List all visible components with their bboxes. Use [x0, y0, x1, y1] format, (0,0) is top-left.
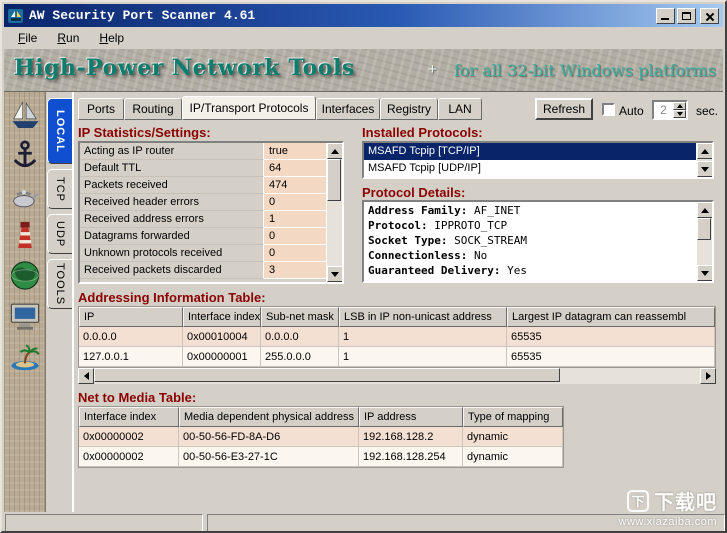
detail-line: Connectionless: No [368, 249, 488, 262]
addressing-h-scrollbar[interactable] [78, 368, 716, 384]
net-to-media-heading: Net to Media Table: [78, 390, 197, 405]
menu-help[interactable]: Help [89, 28, 134, 48]
spinner-down-button[interactable] [673, 110, 686, 118]
banner: High-Power Network Tools + for all 32-bi… [4, 49, 723, 92]
scroll-down-button[interactable] [697, 161, 712, 177]
column-header[interactable]: IP address [359, 407, 463, 427]
down-arrow-icon [701, 270, 709, 276]
ip-statistics-list: Acting as IP router true Default TTL 64 … [78, 141, 344, 284]
maximize-button[interactable] [677, 7, 696, 24]
lamp-icon [12, 190, 40, 208]
right-arrow-icon [705, 372, 711, 380]
spinner-up-button[interactable] [673, 102, 686, 110]
tab-ports[interactable]: Ports [78, 98, 124, 120]
scroll-left-button[interactable] [78, 368, 94, 384]
watermark: 下 下载吧 www.xiazaiba.com [619, 486, 717, 528]
island-icon [10, 344, 40, 371]
left-arrow-icon [83, 372, 89, 380]
ip-statistics-heading: IP Statistics/Settings: [78, 125, 211, 140]
globe-icon [10, 261, 39, 290]
column-header[interactable]: Interface index [183, 307, 261, 327]
down-arrow-icon [701, 166, 709, 172]
up-arrow-icon [701, 148, 709, 154]
app-icon [8, 8, 23, 23]
menu-run[interactable]: Run [47, 28, 89, 48]
stats-scrollbar[interactable] [326, 143, 342, 282]
protocol-details-box: Address Family: AF_INET Protocol: IPPROT… [362, 200, 714, 283]
banner-subtitle: for all 32-bit Windows platforms [454, 61, 717, 80]
sparkle-icon: + [428, 61, 437, 78]
computer-icon [10, 303, 39, 330]
details-scrollbar[interactable] [696, 202, 712, 281]
side-tab-tools[interactable]: TOOLS [47, 259, 72, 309]
up-arrow-icon [331, 148, 339, 154]
protocol-item[interactable]: MSAFD Tcpip [UDP/IP] [364, 160, 696, 177]
banner-title: High-Power Network Tools [14, 55, 355, 81]
tab-interfaces[interactable]: Interfaces [316, 98, 380, 120]
scroll-right-button[interactable] [700, 368, 716, 384]
maximize-icon [682, 11, 691, 20]
interval-spinner[interactable]: 2 [652, 100, 688, 120]
detail-line: Guaranteed Delivery: Yes [368, 264, 527, 277]
installed-protocols-heading: Installed Protocols: [362, 125, 483, 140]
status-panel-left [5, 514, 203, 531]
column-header[interactable]: Media dependent physical address [179, 407, 359, 427]
detail-line: Address Family: AF_INET [368, 204, 521, 217]
close-button[interactable] [700, 7, 719, 24]
column-header[interactable]: Sub-net mask [261, 307, 339, 327]
side-tab-tcp[interactable]: TCP [47, 169, 72, 209]
watermark-brand: 下载吧 [654, 492, 717, 514]
up-arrow-icon [676, 104, 683, 108]
refresh-button[interactable]: Refresh [535, 98, 593, 120]
sailboat-icon [12, 101, 39, 128]
tab-registry[interactable]: Registry [380, 98, 438, 120]
protocol-item[interactable]: MSAFD Tcpip [TCP/IP] [364, 143, 696, 160]
watermark-url: www.xiazaiba.com [618, 516, 717, 528]
detail-line: Protocol: IPPROTO_TCP [368, 219, 508, 232]
lighthouse-icon [17, 221, 32, 248]
scroll-down-button[interactable] [327, 266, 342, 282]
minimize-button[interactable] [656, 7, 675, 24]
net-to-media-table: Interface index Media dependent physical… [78, 406, 564, 468]
xiazaiba-logo-icon: 下 [627, 489, 649, 512]
scrollbar-thumb[interactable] [697, 218, 711, 240]
auto-label: Auto [619, 104, 644, 118]
menu-bar: File Run Help [4, 27, 723, 49]
tab-ip-transport-protocols[interactable]: IP/Transport Protocols [182, 96, 316, 120]
scroll-up-button[interactable] [327, 143, 342, 159]
column-header[interactable]: LSB in IP non-unicast address [339, 307, 507, 327]
column-header[interactable]: Interface index [79, 407, 179, 427]
installed-protocols-list: MSAFD Tcpip [TCP/IP] MSAFD Tcpip [UDP/IP… [362, 141, 714, 179]
scroll-up-button[interactable] [697, 143, 712, 159]
column-header[interactable]: IP [79, 307, 183, 327]
addressing-table: IP Interface index Sub-net mask LSB in I… [78, 306, 716, 368]
scroll-down-button[interactable] [697, 265, 712, 281]
side-tab-udp[interactable]: UDP [47, 214, 72, 254]
scroll-up-button[interactable] [697, 202, 712, 218]
scrollbar-thumb[interactable] [94, 368, 560, 382]
minimize-icon [661, 17, 669, 20]
protocols-scrollbar[interactable] [696, 143, 712, 177]
tab-routing[interactable]: Routing [124, 98, 182, 120]
titlebar: AW Security Port Scanner 4.61 [4, 4, 723, 27]
anchor-icon [13, 140, 36, 168]
menu-file[interactable]: File [8, 28, 47, 48]
side-tab-local[interactable]: LOCAL [47, 98, 72, 164]
scrollbar-thumb[interactable] [327, 159, 341, 201]
interval-value: 2 [660, 103, 667, 117]
detail-line: Socket Type: SOCK_STREAM [368, 234, 527, 247]
app-window: AW Security Port Scanner 4.61 File Run H… [0, 0, 727, 533]
window-title: AW Security Port Scanner 4.61 [29, 8, 256, 23]
addressing-table-heading: Addressing Information Table: [78, 290, 266, 305]
down-arrow-icon [676, 112, 683, 116]
tab-lan[interactable]: LAN [438, 98, 482, 120]
column-header[interactable]: Type of mapping [463, 407, 563, 427]
column-header[interactable]: Largest IP datagram can reassembl [507, 307, 715, 327]
protocol-details-heading: Protocol Details: [362, 185, 466, 200]
down-arrow-icon [331, 271, 339, 277]
artwork-sidebar [4, 92, 46, 512]
auto-checkbox[interactable] [602, 103, 615, 116]
up-arrow-icon [701, 207, 709, 213]
seconds-label: sec. [696, 104, 719, 118]
